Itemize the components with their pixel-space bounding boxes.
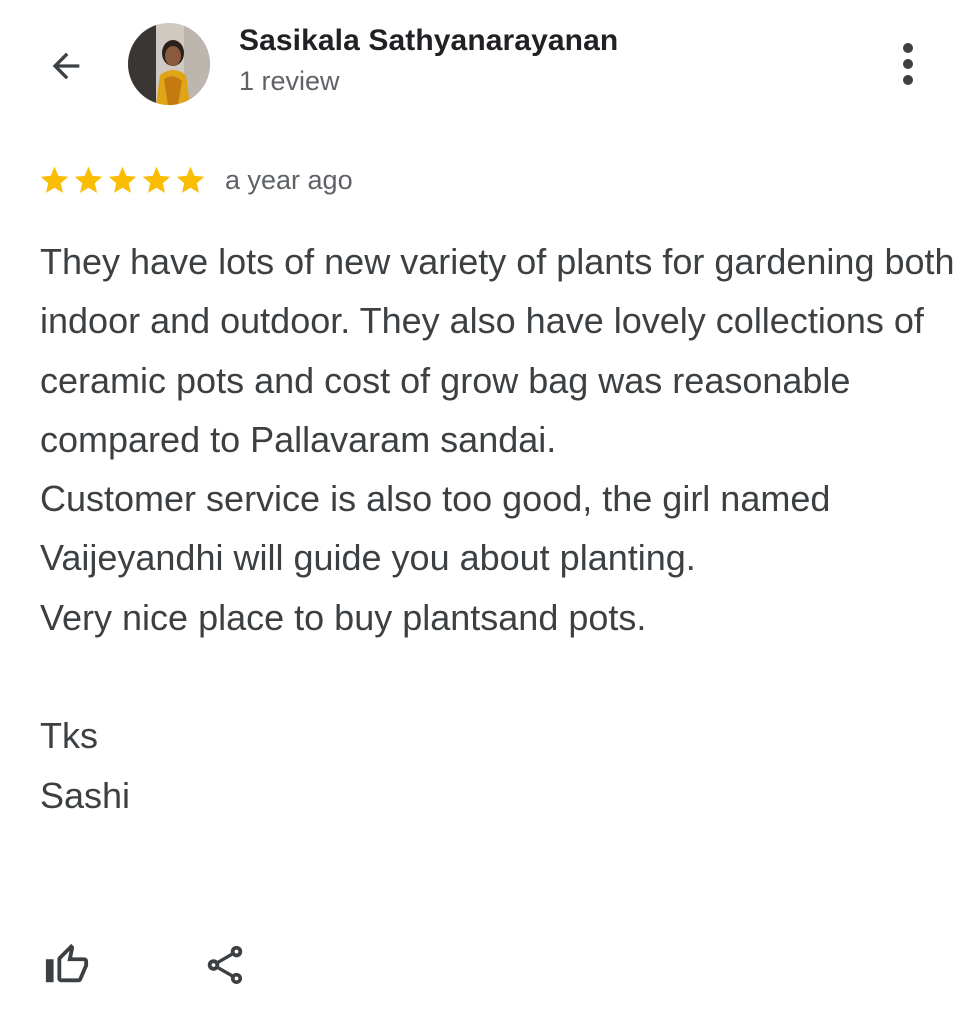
more-vert-icon (903, 43, 913, 85)
share-button[interactable] (196, 936, 254, 994)
review-header: Sasikala Sathyanarayanan 1 review (0, 0, 976, 130)
more-options-button[interactable] (884, 38, 932, 90)
review-date: a year ago (225, 164, 353, 195)
review-body: They have lots of new variety of plants … (40, 232, 960, 825)
back-button[interactable] (40, 40, 92, 92)
review-paragraph: Customer service is also too good, the g… (40, 478, 831, 579)
share-icon (207, 945, 243, 985)
rating-row: a year ago (38, 160, 353, 200)
arrow-back-icon (52, 52, 80, 80)
like-button[interactable] (38, 936, 96, 994)
star-icon (74, 166, 103, 193)
star-icon (40, 166, 69, 193)
review-paragraph: Very nice place to buy plantsand pots. (40, 596, 647, 638)
author-name[interactable]: Sasikala Sathyanarayanan (239, 24, 618, 58)
review-blank-line (40, 647, 960, 706)
review-count: 1 review (239, 66, 340, 96)
review-signature: Sashi (40, 774, 131, 816)
star-icon (176, 166, 205, 193)
star-icon (142, 166, 171, 193)
thumb-up-icon (45, 943, 89, 983)
review-signoff: Tks (40, 715, 98, 757)
avatar[interactable] (128, 23, 210, 105)
review-actions (0, 930, 976, 1000)
review-paragraph: They have lots of new variety of plants … (40, 241, 955, 460)
profile-photo (128, 23, 210, 105)
star-rating (38, 164, 207, 197)
star-icon (108, 166, 137, 193)
